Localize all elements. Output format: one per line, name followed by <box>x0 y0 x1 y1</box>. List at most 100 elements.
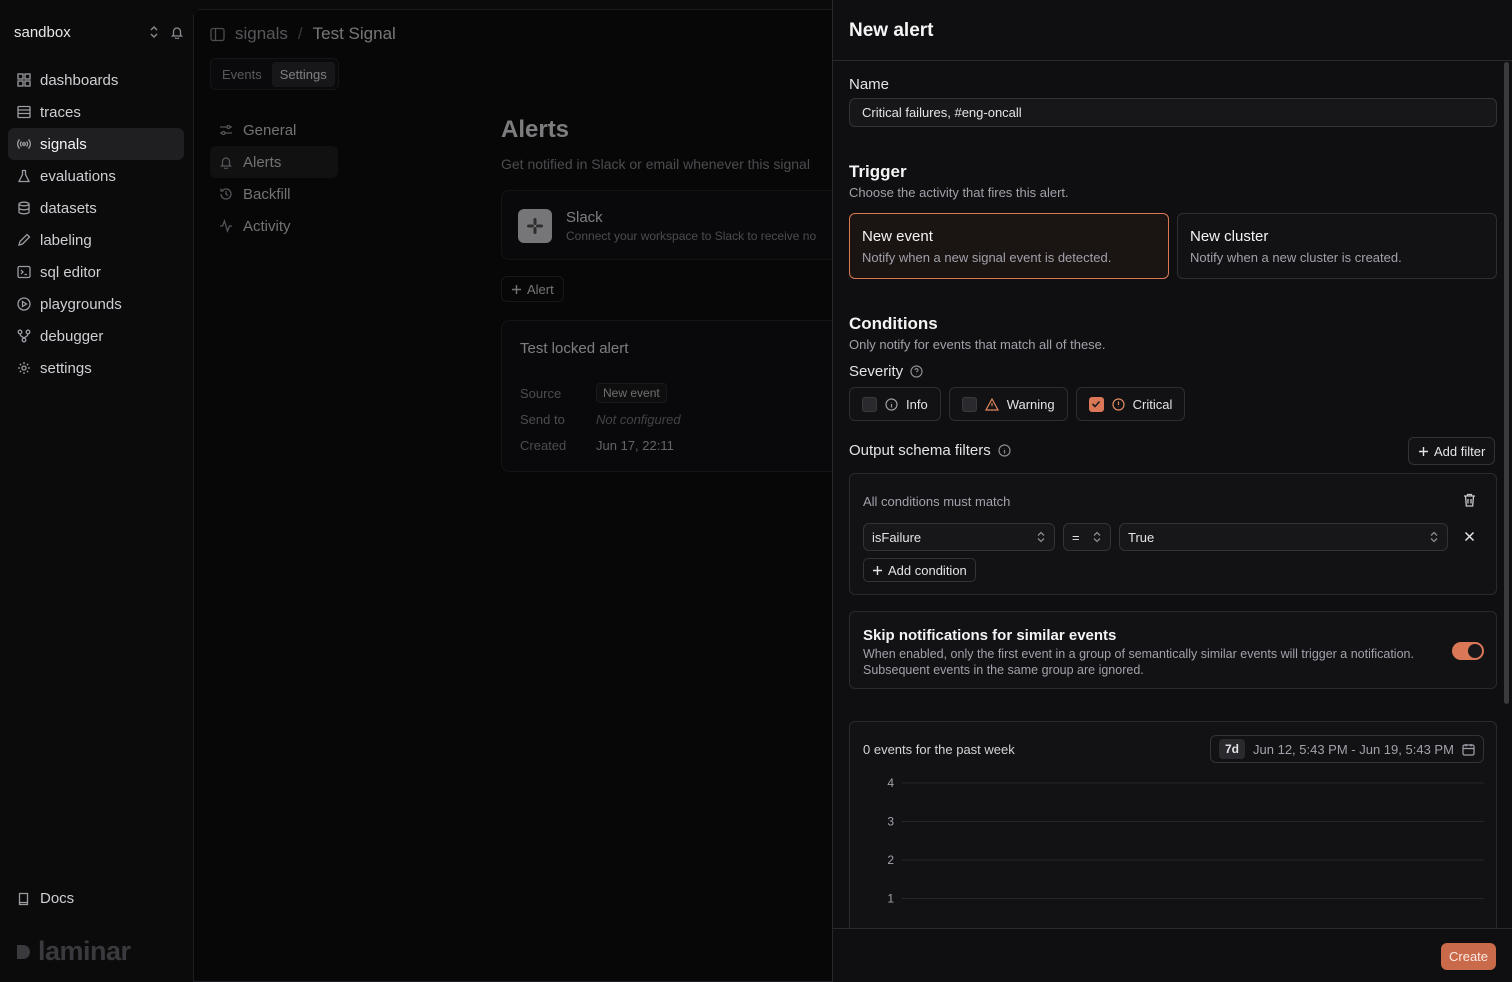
sidebar-item-signals[interactable]: signals <box>8 128 184 160</box>
conditions-description: Only notify for events that match all of… <box>849 337 1106 352</box>
plus-icon <box>1418 446 1429 457</box>
created-value: Jun 17, 22:11 <box>596 438 674 453</box>
filter-group-label: All conditions must match <box>863 494 1011 509</box>
severity-label: Critical <box>1132 396 1173 412</box>
grid-icon <box>17 73 31 87</box>
logo-mark-icon <box>16 943 32 961</box>
date-range-picker[interactable]: 7d Jun 12, 5:43 PM - Jun 19, 5:43 PM <box>1210 735 1484 763</box>
filter-operator-select[interactable]: = <box>1063 523 1111 551</box>
checkbox-checked[interactable] <box>1088 396 1104 412</box>
slack-name: Slack <box>566 209 603 226</box>
chevron-updown-icon[interactable] <box>148 25 160 39</box>
app-root: sandbox dashboards traces signals evalua… <box>0 0 1512 982</box>
severity-warning[interactable]: Warning <box>948 387 1068 421</box>
add-condition-label: Add condition <box>888 562 967 578</box>
subnav-item-alerts[interactable]: Alerts <box>210 146 338 178</box>
trash-icon[interactable] <box>1463 493 1476 507</box>
trigger-option-description: Notify when a new signal event is detect… <box>862 250 1112 265</box>
sliders-icon <box>219 123 233 137</box>
severity-critical[interactable]: Critical <box>1075 387 1186 421</box>
create-button[interactable]: Create <box>1441 943 1497 970</box>
plus-icon <box>511 284 522 295</box>
book-icon <box>17 892 31 906</box>
add-filter-label: Add filter <box>1434 443 1486 459</box>
docs-label: Docs <box>40 890 75 907</box>
sidebar-item-traces[interactable]: traces <box>8 96 184 128</box>
sidebar: sandbox dashboards traces signals evalua… <box>0 0 192 982</box>
subnav-item-general[interactable]: General <box>210 114 338 146</box>
severity-info[interactable]: Info <box>849 387 941 421</box>
help-circle-icon[interactable] <box>910 365 923 378</box>
breadcrumb-parent[interactable]: signals <box>235 24 288 44</box>
subnav-label: Alerts <box>243 153 282 171</box>
workspace-switcher[interactable]: sandbox <box>14 22 184 42</box>
subnav-label: General <box>243 121 297 139</box>
add-filter-button[interactable]: Add filter <box>1408 437 1496 465</box>
sidebar-item-sql-editor[interactable]: sql editor <box>8 256 184 288</box>
sidebar-item-settings[interactable]: settings <box>8 352 184 384</box>
tab-settings[interactable]: Settings <box>271 61 335 87</box>
laminar-logo: laminar <box>16 936 131 967</box>
sidebar-item-labeling[interactable]: labeling <box>8 224 184 256</box>
drawer-title: New alert <box>849 20 934 41</box>
sidebar-item-datasets[interactable]: datasets <box>8 192 184 224</box>
skip-similar-section: Skip notifications for similar events Wh… <box>849 611 1497 689</box>
tab-events[interactable]: Events <box>214 62 270 87</box>
info-circle-icon[interactable] <box>998 444 1011 457</box>
sidebar-item-debugger[interactable]: debugger <box>8 320 184 352</box>
sidebar-item-dashboards[interactable]: dashboards <box>8 64 184 96</box>
docs-link[interactable]: Docs <box>17 890 74 907</box>
drawer-scrollbar[interactable] <box>1504 62 1509 704</box>
subnav-label: Activity <box>243 217 291 235</box>
filter-value-select[interactable]: True <box>1119 523 1448 551</box>
drawer-footer: Create <box>833 928 1512 982</box>
add-alert-button[interactable]: Alert <box>501 276 564 302</box>
sidebar-item-label: dashboards <box>40 71 119 89</box>
severity-options: Info Warning Critical <box>849 387 1186 421</box>
range-preset: 7d <box>1219 739 1246 759</box>
chevron-updown-icon <box>1036 531 1046 543</box>
severity-label: Warning <box>1006 396 1055 412</box>
sidebar-item-label: debugger <box>40 327 104 345</box>
slack-description: Connect your workspace to Slack to recei… <box>566 229 817 243</box>
source-label: Source <box>520 386 562 401</box>
trigger-description: Choose the activity that fires this aler… <box>849 185 1069 200</box>
subnav-item-activity[interactable]: Activity <box>210 210 338 242</box>
checkbox[interactable] <box>961 396 977 412</box>
sidebar-item-label: labeling <box>40 231 92 249</box>
skip-title: Skip notifications for similar events <box>863 627 1117 644</box>
subnav-item-backfill[interactable]: Backfill <box>210 178 338 210</box>
events-chart: 4 3 2 1 <box>887 776 1484 906</box>
slack-logo-icon <box>518 209 552 243</box>
skip-similar-toggle[interactable] <box>1452 642 1484 660</box>
breadcrumb: signals / Test Signal <box>210 24 396 44</box>
flask-icon <box>17 169 31 183</box>
filter-field-select[interactable]: isFailure <box>863 523 1055 551</box>
logo-text: laminar <box>38 936 131 966</box>
source-badge: New event <box>596 383 667 403</box>
filters-label-row: Output schema filters <box>849 442 1011 459</box>
trigger-heading: Trigger <box>849 162 907 181</box>
chevron-updown-icon <box>1092 531 1102 543</box>
events-count: 0 events for the past week <box>863 742 1015 757</box>
add-condition-button[interactable]: Add condition <box>863 558 976 582</box>
sidebar-toggle-icon[interactable] <box>210 27 225 42</box>
checkbox[interactable] <box>862 396 877 412</box>
trigger-option-title: New event <box>862 228 933 245</box>
warning-triangle-icon <box>984 397 999 411</box>
name-label: Name <box>849 76 890 93</box>
close-icon[interactable] <box>1464 531 1475 542</box>
subnav-label: Backfill <box>243 185 291 203</box>
sidebar-item-playgrounds[interactable]: playgrounds <box>8 288 184 320</box>
conditions-heading: Conditions <box>849 314 938 333</box>
skip-description: When enabled, only the first event in a … <box>863 647 1414 677</box>
trigger-option-new-cluster[interactable]: New cluster Notify when a new cluster is… <box>1177 213 1497 279</box>
name-input[interactable]: Critical failures, #eng-oncall <box>849 98 1497 127</box>
plus-icon <box>872 565 883 576</box>
sidebar-item-evaluations[interactable]: evaluations <box>8 160 184 192</box>
bell-icon[interactable] <box>170 25 184 39</box>
trigger-option-new-event[interactable]: New event Notify when a new signal event… <box>849 213 1169 279</box>
terminal-icon <box>17 265 31 279</box>
sidebar-nav: dashboards traces signals evaluations da… <box>8 64 184 384</box>
gear-icon <box>17 361 31 375</box>
